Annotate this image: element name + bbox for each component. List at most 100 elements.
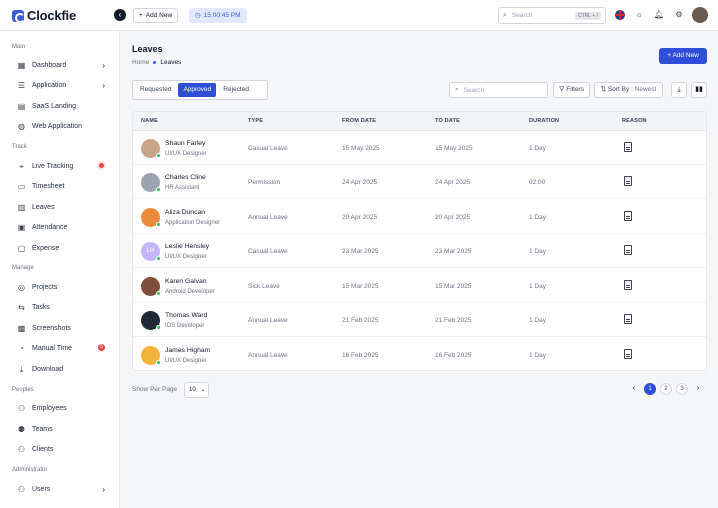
sidebar-item-projects[interactable]: ◎ Projects — [17, 280, 107, 294]
sidebar-item-tasks[interactable]: ⇆ Tasks — [17, 300, 107, 314]
filters-button[interactable]: ⛛ Filters — [553, 82, 590, 98]
online-status-dot — [156, 360, 161, 365]
breadcrumb-current: Leaves — [160, 59, 182, 66]
language-flag-icon[interactable] — [615, 10, 625, 20]
settings-gear-icon[interactable]: ⚙ — [673, 9, 685, 21]
sidebar-item-label: Application — [32, 81, 67, 89]
page-1-button[interactable]: 1 — [644, 383, 656, 395]
online-status-dot — [156, 325, 161, 330]
sidebar-item-screenshots[interactable]: ▩ Screenshots — [17, 321, 107, 335]
employee-name[interactable]: Shaun Farley — [165, 140, 205, 147]
reason-document-icon[interactable] — [624, 211, 632, 221]
sidebar-item-application[interactable]: ☰ Application › — [17, 78, 107, 92]
duration: 1 Day — [529, 248, 546, 255]
to-date: 20 Apr 2025 — [435, 214, 471, 221]
sidebar-item-leaves[interactable]: ▥ Leaves — [17, 200, 107, 214]
collapse-sidebar-button[interactable]: ‹ — [114, 9, 126, 21]
sidebar-item-clients[interactable]: ⚇ Clients — [17, 442, 107, 456]
notification-bell-icon[interactable]: 🔔︎ — [653, 9, 665, 21]
section-administrator: Administrator — [12, 467, 48, 473]
employee-name[interactable]: Karen Galvan — [165, 278, 207, 285]
reason-document-icon[interactable] — [624, 245, 632, 255]
tab-requested[interactable]: Requested — [135, 83, 176, 97]
sidebar-item-expense[interactable]: ▢ Expense — [17, 241, 107, 255]
top-search-placeholder: Search — [511, 12, 533, 19]
sidebar-item-dashboard[interactable]: ▦ Dashboard › — [17, 58, 107, 72]
employee-name[interactable]: Leslie Hensley — [165, 243, 209, 250]
app-logo[interactable]: Clockfie — [12, 8, 76, 23]
table-row[interactable]: Thomas Ward IOS Developer Annual Leave 2… — [133, 303, 706, 337]
user-avatar[interactable] — [692, 7, 708, 23]
table-row[interactable]: James Higham UI/UX Designer Annual Leave… — [133, 338, 706, 370]
employee-role: IOS Developer — [165, 323, 205, 329]
reason-document-icon[interactable] — [624, 349, 632, 359]
app-name: Clockfie — [27, 8, 76, 23]
per-page-select[interactable]: 10 ⌄ — [184, 382, 209, 398]
reason-document-icon[interactable] — [624, 176, 632, 186]
page-3-button[interactable]: 3 — [676, 383, 688, 395]
col-header-to-date[interactable]: TO DATE — [435, 118, 460, 124]
table-row[interactable]: Shaun Farley UI/UX Designer Casual Leave… — [133, 131, 706, 165]
leaves-search-input[interactable]: ⌕ Search — [449, 82, 548, 98]
sidebar-item-attendance[interactable]: ▣ Attendance — [17, 220, 107, 234]
sidebar-item-label: Screenshots — [32, 324, 71, 332]
employee-name[interactable]: Aliza Duncan — [165, 209, 205, 216]
download-icon: ⤓ — [677, 86, 681, 93]
sidebar-item-timesheet[interactable]: ▭ Timesheet — [17, 179, 107, 193]
screenshots-icon: ▩ — [17, 323, 26, 333]
section-peoples: Peoples — [12, 387, 34, 393]
sidebar-item-manual-time[interactable]: ◔ Manual Time 5 — [17, 341, 107, 355]
breadcrumb-home[interactable]: Home — [132, 59, 149, 66]
clock-icon: ◷ — [195, 12, 201, 19]
avatar — [141, 208, 161, 227]
sidebar-item-users[interactable]: ⚇ Users › — [17, 482, 107, 496]
export-download-button[interactable]: ⤓ — [671, 82, 687, 98]
prev-page-button[interactable]: ‹ — [628, 383, 640, 395]
column-settings-button[interactable]: ▮▮ — [691, 82, 707, 98]
from-date: 23 Mar 2025 — [342, 248, 379, 255]
sidebar-item-live-tracking[interactable]: ⌖ Live Tracking — [17, 159, 107, 173]
online-status-dot — [156, 256, 161, 261]
employee-name[interactable]: James Higham — [165, 347, 210, 354]
sidebar-item-label: Dashboard — [32, 61, 67, 69]
employee-name[interactable]: Thomas Ward — [165, 312, 207, 319]
col-header-reason[interactable]: REASON — [622, 118, 647, 124]
table-row[interactable]: Karen Galvan Android Developer Sick Leav… — [133, 269, 706, 303]
chevron-down-icon: ⌄ — [200, 387, 206, 393]
status-tabs: Requested Approved Rejected — [132, 80, 268, 100]
top-search-input[interactable]: ⌕ Search CTRL + / — [498, 7, 606, 24]
employee-name[interactable]: Charles Cline — [165, 174, 206, 181]
theme-toggle-icon[interactable]: ☼ — [633, 9, 645, 21]
page-2-button[interactable]: 2 — [660, 383, 672, 395]
add-new-leave-button[interactable]: + Add New — [659, 48, 707, 64]
table-row[interactable]: LH Leslie Hensley UI/UX Designer Casual … — [133, 234, 706, 268]
col-header-duration[interactable]: DURATION — [529, 118, 559, 124]
col-header-type[interactable]: TYPE — [248, 118, 263, 124]
col-header-name[interactable]: NAME — [141, 118, 158, 124]
reason-document-icon[interactable] — [624, 142, 632, 152]
sort-by-dropdown[interactable]: ⇅ Sort By : Newest — [594, 82, 663, 98]
sidebar-item-employees[interactable]: ⚇ Employees — [17, 401, 107, 415]
sidebar-item-saas-landing[interactable]: ▤ SaaS Landing — [17, 99, 107, 113]
sidebar-item-web-application[interactable]: ◍ Web Application — [17, 119, 107, 133]
clock-display: ◷ 15:00:45 PM — [189, 8, 247, 23]
table-row[interactable]: Aliza Duncan Application Designer Annual… — [133, 200, 706, 234]
next-page-button[interactable]: › — [692, 383, 704, 395]
table-row[interactable]: Charles Cline HR Assistant Permission 24… — [133, 165, 706, 199]
reason-document-icon[interactable] — [624, 314, 632, 324]
reason-document-icon[interactable] — [624, 280, 632, 290]
sidebar-item-teams[interactable]: ⚉ Teams — [17, 422, 107, 436]
expense-icon: ▢ — [17, 243, 26, 253]
online-status-dot — [156, 291, 161, 296]
to-date: 21 Feb 2025 — [435, 317, 472, 324]
employee-role: Application Designer — [165, 220, 221, 226]
leave-type: Permission — [248, 179, 281, 186]
attendance-icon: ▣ — [17, 222, 26, 232]
sort-label: Sort By : — [607, 86, 633, 93]
col-header-from-date[interactable]: FROM DATE — [342, 118, 376, 124]
sidebar-item-download[interactable]: ⤓ Download — [17, 362, 107, 376]
tab-approved[interactable]: Approved — [178, 83, 217, 97]
sidebar-item-label: Clients — [32, 445, 54, 453]
top-add-new-button[interactable]: + Add New — [133, 8, 179, 23]
tab-rejected[interactable]: Rejected — [218, 83, 254, 97]
